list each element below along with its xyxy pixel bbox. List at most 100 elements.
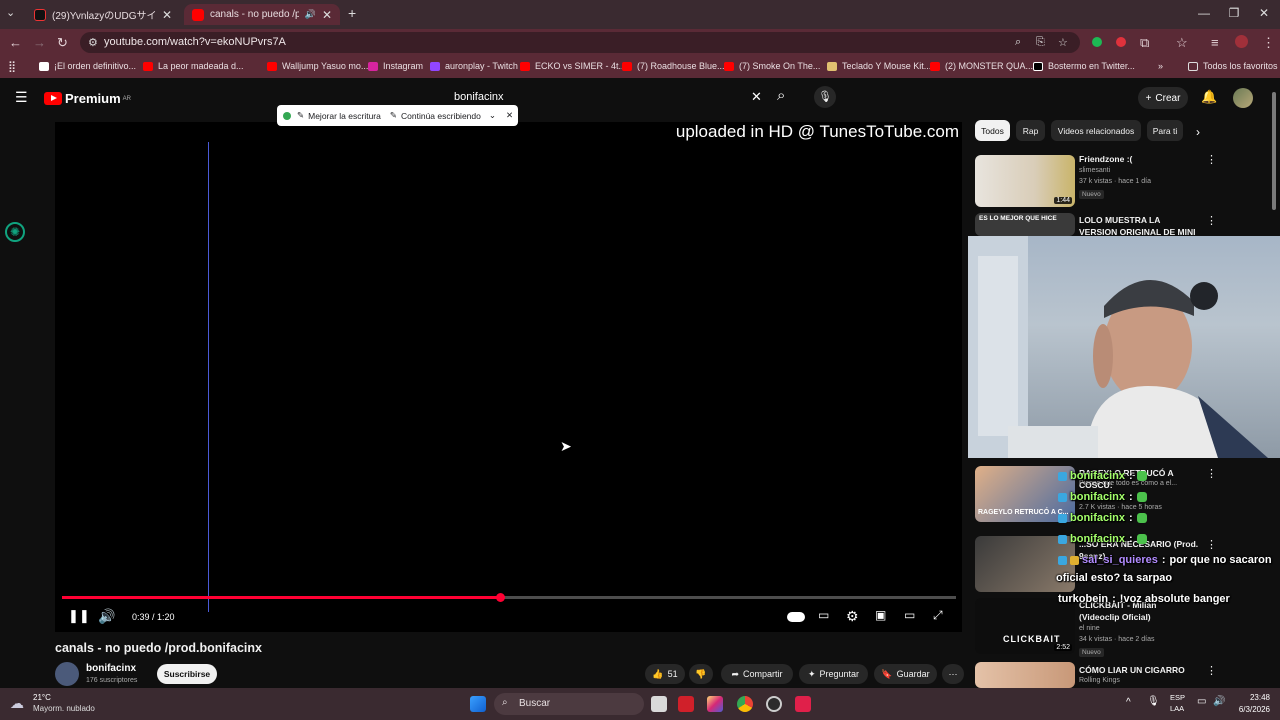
close-icon[interactable]: ✕ xyxy=(162,8,172,22)
bookmark-item[interactable]: ECKO vs SIMER - 4t... xyxy=(520,61,626,71)
url-text[interactable]: youtube.com/watch?v=ekoNUPvrs7A xyxy=(104,36,286,48)
install-icon[interactable]: ⎘ xyxy=(1036,36,1045,49)
save-button[interactable]: 🔖 Guardar xyxy=(874,664,937,684)
dislike-button[interactable]: 👎 xyxy=(689,664,713,684)
tiktok-icon[interactable] xyxy=(795,696,811,712)
video-player[interactable]: uploaded in HD @ TunesToTube.com ❚❚ 🔊 0:… xyxy=(55,122,962,632)
cast-icon[interactable]: ▭ xyxy=(904,608,915,622)
bookmark-item[interactable]: auronplay - Twitch xyxy=(430,61,518,71)
forward-button[interactable]: → xyxy=(33,35,46,50)
rec-menu-icon[interactable]: ⋮ xyxy=(1206,214,1217,227)
chip-todos[interactable]: Todos xyxy=(975,120,1010,141)
bookmark-item[interactable]: (7) Roadhouse Blue... xyxy=(622,61,725,71)
rec-channel[interactable]: slimesanti xyxy=(1079,167,1110,174)
maximize-button[interactable]: ❐ xyxy=(1224,6,1244,20)
create-button[interactable]: + Crear xyxy=(1138,87,1188,109)
miniplayer-icon[interactable]: ▣ xyxy=(875,608,886,622)
all-favorites[interactable]: Todos los favoritos xyxy=(1188,61,1278,71)
bookmark-item[interactable]: ¡El orden definitivo... xyxy=(39,61,136,71)
chevron-down-icon[interactable]: ⌄ xyxy=(489,110,496,121)
network-icon[interactable]: ▭ xyxy=(1197,696,1206,707)
clear-search-icon[interactable]: ✕ xyxy=(751,89,762,105)
autoplay-toggle[interactable] xyxy=(787,612,805,622)
file-explorer-icon[interactable] xyxy=(651,696,667,712)
rec-menu-icon[interactable]: ⋮ xyxy=(1206,153,1217,166)
instagram-icon[interactable] xyxy=(707,696,723,712)
close-window-button[interactable]: ✕ xyxy=(1254,6,1274,20)
more-bookmarks-icon[interactable]: » xyxy=(1158,61,1163,71)
settings-icon[interactable]: ⚙ xyxy=(846,608,859,625)
chevron-right-icon[interactable]: › xyxy=(1196,125,1200,139)
bookmark-item[interactable]: (7) Smoke On The... xyxy=(724,61,820,71)
fullscreen-icon[interactable]: ⤢ xyxy=(933,608,943,623)
bookmark-item[interactable]: Instagram xyxy=(368,61,423,71)
close-icon[interactable]: ✕ xyxy=(322,8,332,22)
rec-thumbnail[interactable]: 1:44 xyxy=(975,155,1075,207)
bookmark-item[interactable]: Walljump Yasuo mo... xyxy=(267,61,368,71)
volume-icon[interactable]: 🔊 xyxy=(98,608,115,625)
voice-search-icon[interactable]: 🎙 xyxy=(814,86,836,108)
weather-temp[interactable]: 21°C xyxy=(33,693,51,702)
rec-thumbnail[interactable]: ES LO MEJOR QUE HICE xyxy=(975,213,1075,236)
search-value[interactable]: bonifacinx xyxy=(454,91,504,103)
rec-thumbnail[interactable]: CLICKBAIT 2:52 xyxy=(975,598,1075,654)
back-button[interactable]: ← xyxy=(9,35,22,50)
bookmark-item[interactable]: Bostermo en Twitter... xyxy=(1033,61,1135,71)
obs-icon[interactable] xyxy=(766,696,782,712)
extension-green-icon[interactable] xyxy=(1092,37,1102,47)
tab-udg[interactable]: (29)YvnlazyのUDGサイファー:日本 ✕ xyxy=(26,4,180,25)
mic-icon[interactable]: 🎙 xyxy=(1147,696,1160,707)
progress-bar[interactable] xyxy=(62,593,956,602)
language-code[interactable]: ESP xyxy=(1170,693,1185,702)
taskbar-search[interactable]: ⌕ Buscar xyxy=(494,693,644,715)
rec-title[interactable]: Friendzone :( xyxy=(1079,153,1199,165)
rec-channel[interactable]: el nine xyxy=(1079,625,1100,632)
notifications-icon[interactable]: 🔔 xyxy=(1201,89,1217,105)
chip-para-ti[interactable]: Para ti xyxy=(1147,120,1183,141)
clock-date[interactable]: 6/3/2026 xyxy=(1226,705,1270,714)
bookmark-item[interactable]: La peor madeada d... xyxy=(143,61,244,71)
chip-related[interactable]: Videos relacionados xyxy=(1051,120,1141,141)
start-icon[interactable] xyxy=(470,696,486,712)
channel-avatar[interactable] xyxy=(55,662,79,686)
menu-icon[interactable]: ⋮ xyxy=(1262,35,1275,51)
keyboard-layout[interactable]: LAA xyxy=(1170,704,1184,713)
new-tab-button[interactable]: + xyxy=(348,5,356,21)
more-actions-button[interactable]: ⋯ xyxy=(942,664,964,684)
rec-menu-icon[interactable]: ⋮ xyxy=(1206,467,1217,480)
bookmark-item[interactable]: (2) MONSTER QUA... xyxy=(930,61,1033,71)
bookmark-icon[interactable]: ☆ xyxy=(1176,35,1188,51)
youtube-logo[interactable]: Premium AR xyxy=(44,91,131,106)
rec-thumbnail[interactable] xyxy=(975,662,1075,688)
profile-avatar[interactable] xyxy=(1235,35,1248,48)
channel-name[interactable]: bonifacinx xyxy=(86,663,136,674)
weather-icon[interactable]: ☁ xyxy=(10,695,24,712)
chip-rap[interactable]: Rap xyxy=(1016,120,1045,141)
media-icon[interactable]: ≡ xyxy=(1211,35,1219,50)
like-button[interactable]: 👍 51 xyxy=(645,664,685,684)
tray-chevron-icon[interactable]: ^ xyxy=(1126,697,1131,708)
tab-canals[interactable]: canals - no puedo /prod.bo 🔊 ✕ xyxy=(184,4,340,25)
hamburger-menu-icon[interactable]: ☰ xyxy=(15,89,28,106)
extension-red-icon[interactable] xyxy=(1116,37,1126,47)
subtitles-icon[interactable]: ▭ xyxy=(818,608,829,622)
weather-description[interactable]: Mayorm. nublado xyxy=(33,704,95,713)
tab-search-icon[interactable]: ⌄ xyxy=(6,6,15,19)
rec-channel[interactable]: Rolling Kings xyxy=(1079,677,1120,684)
rec-menu-icon[interactable]: ⋮ xyxy=(1206,538,1217,551)
reload-button[interactable]: ↻ xyxy=(57,35,68,51)
star-icon[interactable]: ☆ xyxy=(1058,36,1068,49)
ask-button[interactable]: ✦ Preguntar xyxy=(799,664,868,684)
improve-writing-button[interactable]: Mejorar la escritura xyxy=(308,111,381,121)
app-red-icon[interactable] xyxy=(678,696,694,712)
scrollbar[interactable] xyxy=(1272,92,1276,210)
speaker-icon[interactable]: 🔊 xyxy=(305,9,316,20)
extensions-icon[interactable]: ⧉ xyxy=(1140,35,1149,51)
zoom-icon[interactable]: ⌕ xyxy=(1015,36,1021,49)
chatgpt-icon[interactable]: ✺ xyxy=(5,222,25,242)
site-info-icon[interactable]: ⚙ xyxy=(88,36,98,49)
volume-icon[interactable]: 🔊 xyxy=(1213,696,1225,707)
pause-icon[interactable]: ❚❚ xyxy=(68,608,90,624)
bookmark-item[interactable]: Teclado Y Mouse Kit... xyxy=(827,61,931,71)
continue-writing-button[interactable]: Continúa escribiendo xyxy=(401,111,481,121)
